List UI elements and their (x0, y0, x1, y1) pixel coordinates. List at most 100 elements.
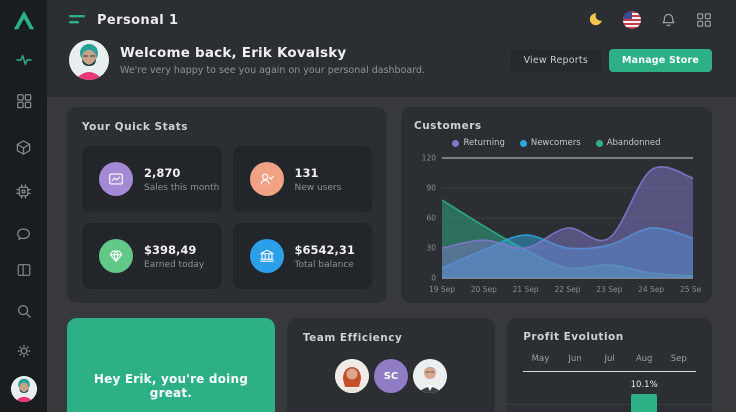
welcome-texts: Welcome back, Erik Kovalsky We're very h… (120, 45, 425, 76)
customers-legend: Returning Newcomers Abandonned (414, 138, 699, 148)
flag-canton (623, 11, 632, 19)
header: Personal 1 (47, 0, 736, 97)
view-reports-button[interactable]: View Reports (511, 49, 601, 72)
months-underline (523, 371, 696, 372)
svg-text:21 Sep: 21 Sep (513, 285, 539, 294)
sidebar-item-products[interactable] (12, 135, 36, 159)
diamond-icon (99, 239, 133, 273)
profit-bar[interactable] (631, 394, 657, 412)
team-member-avatar[interactable] (413, 359, 447, 393)
greeting-card[interactable]: Hey Erik, you're doing great. Start usin… (67, 318, 275, 412)
sidebar-item-settings[interactable] (12, 339, 36, 363)
apps-grid-icon[interactable] (696, 12, 712, 28)
team-member-avatar[interactable] (335, 359, 369, 393)
topbar-actions (586, 11, 712, 29)
chat-icon (15, 226, 32, 243)
month-tab[interactable]: Sep (661, 354, 696, 364)
profit-evolution-card: Profit Evolution May Jun Jul Aug Sep 10.… (507, 318, 712, 412)
sidebar (0, 0, 47, 412)
search-icon (16, 303, 32, 319)
header-actions: View Reports Manage Store (511, 49, 712, 72)
welcome-subtitle: We're very happy to see you again on you… (120, 65, 425, 76)
svg-text:25 Sep: 25 Sep (680, 285, 701, 294)
profit-bar-value: 10.1% (631, 380, 658, 390)
workspace-title: Personal 1 (97, 13, 178, 28)
sidebar-item-activity[interactable] (12, 48, 36, 72)
bottom-cards-row: Hey Erik, you're doing great. Start usin… (67, 318, 712, 412)
stat-tile-earned[interactable]: $398,49 Earned today (82, 223, 222, 289)
quick-stats-title: Your Quick Stats (82, 121, 372, 133)
svg-text:30: 30 (426, 244, 436, 253)
profit-months-row: May Jun Jul Aug Sep (523, 354, 696, 364)
welcome-row: Welcome back, Erik Kovalsky We're very h… (69, 40, 712, 80)
sidebar-item-dashboard[interactable] (12, 89, 36, 113)
legend-item[interactable]: Returning (452, 138, 504, 148)
app-logo[interactable] (12, 8, 36, 32)
menu-icon[interactable] (69, 13, 86, 27)
stat-label: New users (295, 183, 342, 193)
stat-texts: 131 New users (295, 166, 342, 193)
stat-label: Sales this month (144, 183, 219, 193)
dashboard-page: Personal 1 (0, 0, 736, 412)
customers-area-chart: 030609012019 Sep20 Sep21 Sep22 Sep23 Sep… (414, 150, 701, 296)
stat-tile-balance[interactable]: $6542,31 Total balance (233, 223, 373, 289)
legend-item[interactable]: Abandonned (596, 138, 661, 148)
svg-text:23 Sep: 23 Sep (596, 285, 622, 294)
logo-triangle-icon (12, 8, 36, 32)
svg-text:22 Sep: 22 Sep (554, 285, 580, 294)
legend-dot-icon (520, 140, 527, 147)
stat-tile-sales[interactable]: 2,870 Sales this month (82, 146, 222, 212)
stat-value: 131 (295, 166, 342, 180)
stat-texts: $6542,31 Total balance (295, 243, 355, 270)
svg-text:60: 60 (426, 214, 436, 223)
stat-texts: 2,870 Sales this month (144, 166, 219, 193)
svg-text:0: 0 (431, 274, 436, 283)
team-member-woman-image (335, 359, 369, 393)
legend-label: Newcomers (531, 138, 581, 148)
sidebar-item-system[interactable] (12, 179, 36, 203)
team-efficiency-title: Team Efficiency (303, 332, 479, 344)
profit-bar-chart: 10.1% (523, 374, 696, 412)
sidebar-item-search[interactable] (12, 299, 36, 323)
team-avatars: SC (303, 359, 479, 393)
quick-stats-grid: 2,870 Sales this month 131 (82, 146, 372, 289)
sidebar-item-layout[interactable] (12, 258, 36, 282)
user-avatar[interactable] (69, 40, 109, 80)
bell-notifications-icon[interactable] (660, 12, 677, 29)
customers-card: Customers Returning Newcomers Abandonned 0… (401, 107, 712, 303)
legend-label: Abandonned (607, 138, 661, 148)
stat-value: $6542,31 (295, 243, 355, 257)
sidebar-item-messages[interactable] (12, 222, 36, 246)
customers-title: Customers (414, 120, 699, 132)
legend-item[interactable]: Newcomers (520, 138, 581, 148)
svg-text:90: 90 (426, 184, 436, 193)
cpu-icon (15, 183, 32, 200)
manage-store-button[interactable]: Manage Store (609, 49, 712, 72)
month-tab[interactable]: Jun (558, 354, 593, 364)
team-member-initials[interactable]: SC (374, 359, 408, 393)
profit-gridline (507, 404, 712, 405)
team-member-man-image (413, 359, 447, 393)
svg-text:19 Sep: 19 Sep (429, 285, 455, 294)
month-tab[interactable]: May (523, 354, 558, 364)
us-flag-language-icon[interactable] (623, 11, 641, 29)
layout-icon (16, 262, 32, 278)
user-avatar-image (69, 40, 109, 80)
stat-texts: $398,49 Earned today (144, 243, 204, 270)
svg-text:120: 120 (422, 154, 437, 163)
quick-stats-card: Your Quick Stats 2,870 Sales this month (67, 107, 387, 303)
month-tab[interactable]: Aug (627, 354, 662, 364)
bank-icon (250, 239, 284, 273)
legend-dot-icon (452, 140, 459, 147)
team-efficiency-card: Team Efficiency SC (287, 318, 495, 412)
month-tab[interactable]: Jul (592, 354, 627, 364)
top-cards-row: Your Quick Stats 2,870 Sales this month (67, 107, 712, 303)
moon-dark-mode-icon[interactable] (586, 11, 604, 29)
welcome-title: Welcome back, Erik Kovalsky (120, 45, 425, 61)
svg-text:24 Sep: 24 Sep (638, 285, 664, 294)
profit-evolution-title: Profit Evolution (523, 331, 696, 343)
package-icon (15, 139, 32, 156)
content: Your Quick Stats 2,870 Sales this month (47, 97, 736, 412)
stat-tile-new-users[interactable]: 131 New users (233, 146, 373, 212)
sidebar-profile-avatar[interactable] (11, 376, 37, 402)
